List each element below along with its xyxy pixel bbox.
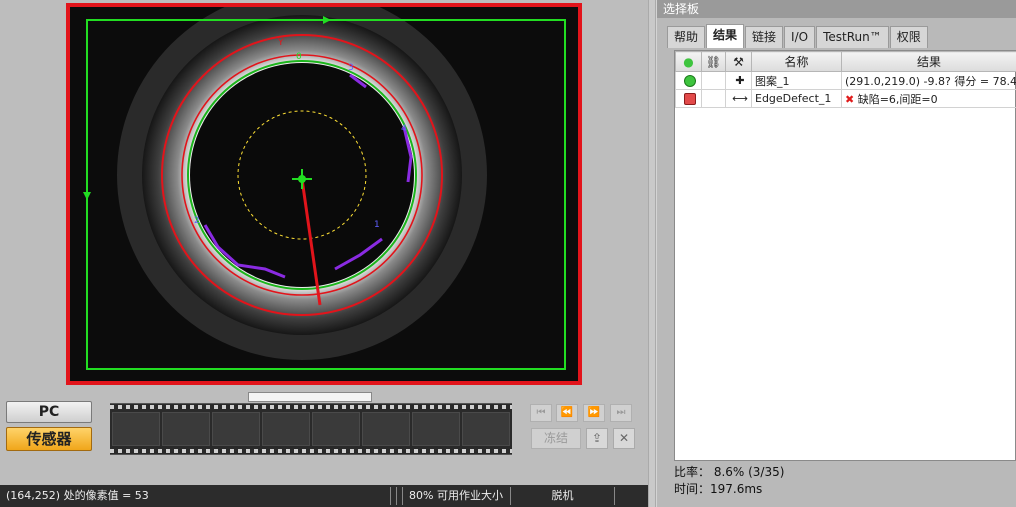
label-y: Y xyxy=(277,38,284,48)
sensor-button[interactable]: 传感器 xyxy=(6,427,92,451)
run-time: 时间：197.6ms xyxy=(674,482,763,496)
status-bar: (164,252) 处的像素值 = 53 80% 可用作业大小 脱机 xyxy=(0,485,648,507)
status-lamp-icon[interactable]: ● xyxy=(675,51,702,72)
run-stats: 比率： 8.6% (3/35) 时间：197.6ms xyxy=(674,464,784,498)
pass-status-icon xyxy=(684,75,696,87)
upload-icon[interactable]: ⇪ xyxy=(586,428,608,449)
pass-ratio: 比率： 8.6% (3/35) xyxy=(674,465,785,479)
label-2: 2 xyxy=(194,216,200,226)
tab-links[interactable]: 链接 xyxy=(745,26,784,48)
inspection-overlay: Y 0 3 4 2 1 xyxy=(83,7,566,370)
tab-help[interactable]: 帮助 xyxy=(667,26,706,48)
result-column-header[interactable]: 结果 xyxy=(841,51,1016,72)
film-frame[interactable] xyxy=(312,412,360,446)
film-frame[interactable] xyxy=(362,412,410,446)
tool-name: EdgeDefect_1 xyxy=(751,89,842,108)
tab-permissions[interactable]: 权限 xyxy=(889,26,928,48)
image-view-pane: Y 0 3 4 2 1 PC 传感器 ⏮ ⏪ ⏩ ⏭ 冻结 ⇪ ✕ (164,2… xyxy=(0,0,648,507)
film-frame[interactable] xyxy=(212,412,260,446)
tab-testrun[interactable]: TestRun™ xyxy=(816,26,889,48)
fail-status-icon xyxy=(684,93,696,105)
table-row[interactable]: ⟷ EdgeDefect_1 ✖ 缺陷=6,间距=0 xyxy=(675,89,1016,108)
tools-icon[interactable]: ⚒ xyxy=(725,51,752,72)
film-frame[interactable] xyxy=(112,412,160,446)
delete-icon[interactable]: ✕ xyxy=(613,428,635,449)
filmstrip-scrollbar[interactable] xyxy=(248,392,372,402)
film-frame[interactable] xyxy=(262,412,310,446)
tool-result: (291.0,219.0) -9.8? 得分 = 78.4 xyxy=(841,71,1016,90)
results-table: ● ⛓ ⚒ 名称 结果 ✚ 图案_1 (291.0,219.0) -9.8? 得… xyxy=(675,51,1016,108)
mode-status: 脱机 xyxy=(510,487,614,505)
film-frame[interactable] xyxy=(462,412,510,446)
app-window: Y 0 3 4 2 1 PC 传感器 ⏮ ⏪ ⏩ ⏭ 冻结 ⇪ ✕ (164,2… xyxy=(0,0,1016,507)
label-0: 0 xyxy=(296,52,302,62)
label-1: 1 xyxy=(374,220,380,230)
pixel-value-status: (164,252) 处的像素值 = 53 xyxy=(6,489,149,502)
pattern-tool-icon: ✚ xyxy=(725,71,752,90)
film-frame[interactable] xyxy=(162,412,210,446)
edge-tool-icon: ⟷ xyxy=(725,89,752,108)
pc-button[interactable]: PC xyxy=(6,401,92,423)
label-3: 3 xyxy=(348,63,354,73)
workspace-status: 80% 可用作业大小 xyxy=(402,487,510,505)
results-panel: ● ⛓ ⚒ 名称 结果 ✚ 图案_1 (291.0,219.0) -9.8? 得… xyxy=(674,50,1016,461)
tool-result: 缺陷=6,间距=0 xyxy=(857,92,938,106)
table-header: ● ⛓ ⚒ 名称 结果 xyxy=(675,51,1016,72)
tab-results[interactable]: 结果 xyxy=(706,24,745,48)
label-4: 4 xyxy=(401,124,407,134)
palette-title: 选择板 xyxy=(657,0,1016,18)
freeze-button[interactable]: 冻结 xyxy=(531,428,581,449)
table-row[interactable]: ✚ 图案_1 (291.0,219.0) -9.8? 得分 = 78.4 xyxy=(675,71,1016,90)
next-frame-button[interactable]: ⏩ xyxy=(583,404,605,422)
name-column-header[interactable]: 名称 xyxy=(751,51,842,72)
tab-io[interactable]: I/O xyxy=(784,26,816,48)
prev-frame-button[interactable]: ⏪ xyxy=(556,404,578,422)
pane-splitter[interactable] xyxy=(648,0,656,507)
first-frame-button[interactable]: ⏮ xyxy=(530,404,552,422)
filmstrip[interactable] xyxy=(110,403,512,455)
last-frame-button[interactable]: ⏭ xyxy=(610,404,632,422)
camera-image[interactable]: Y 0 3 4 2 1 xyxy=(66,3,582,385)
palette-pane: 选择板 帮助 结果 链接 I/O TestRun™ 权限 ● ⛓ ⚒ 名称 结果 xyxy=(657,0,1016,507)
palette-tabs: 帮助 结果 链接 I/O TestRun™ 权限 xyxy=(667,24,929,48)
defect-x-icon: ✖ xyxy=(845,92,855,106)
link-icon[interactable]: ⛓ xyxy=(701,51,726,72)
film-frame[interactable] xyxy=(412,412,460,446)
tool-name: 图案_1 xyxy=(751,71,842,90)
